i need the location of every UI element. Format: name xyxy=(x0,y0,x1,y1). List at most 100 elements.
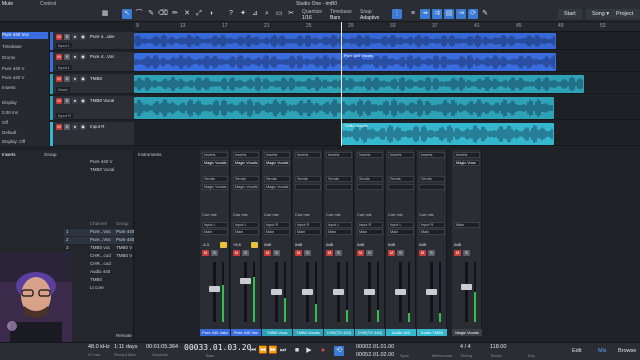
channel-row[interactable]: 2 Pure...Voc Pure 440 xyxy=(64,237,134,244)
solo-button[interactable]: S xyxy=(211,250,218,256)
sends-slot[interactable]: Sends xyxy=(388,176,414,182)
inspector-row[interactable]: 0.00 ms xyxy=(2,110,48,117)
fader-handle[interactable] xyxy=(364,289,375,295)
monitor-icon[interactable]: ◉ xyxy=(80,76,86,82)
project-button[interactable]: Project xyxy=(614,9,640,19)
sends-slot[interactable]: Sends xyxy=(202,176,228,182)
gain-value[interactable]: 0dB xyxy=(357,242,364,247)
channel-name-label[interactable]: Audio TMB0 xyxy=(417,329,447,336)
magic-icon[interactable]: ✦ xyxy=(238,9,248,19)
console-list-item[interactable]: Pure 440 V xyxy=(90,159,113,166)
forward-end-icon[interactable]: ⏭ xyxy=(278,346,288,356)
track-lane[interactable] xyxy=(134,74,640,94)
input-select[interactable]: Input L xyxy=(202,222,228,228)
gain-value[interactable]: 0dB xyxy=(388,242,395,247)
inserts-slot[interactable]: Inserts xyxy=(454,152,480,158)
track-input[interactable]: None xyxy=(56,87,70,92)
mix-view-button[interactable]: Mix xyxy=(598,348,607,354)
output-select[interactable]: Main xyxy=(326,229,352,235)
solo-button[interactable]: S xyxy=(397,250,404,256)
channel-row[interactable]: 3 TMB0 voc TMB0 V xyxy=(64,245,134,252)
position-display[interactable]: 00033.01.03.20 xyxy=(184,343,251,352)
output-select[interactable]: Main xyxy=(264,229,290,235)
track-header[interactable]: M S ● ◉ Pure 4...Voc Input L xyxy=(50,52,134,72)
gain-value[interactable]: 0dB xyxy=(264,242,271,247)
mute-button[interactable]: M xyxy=(295,250,302,256)
record-arm-icon[interactable]: ● xyxy=(72,34,78,40)
track-input[interactable]: Input L xyxy=(56,65,73,70)
mute-tab[interactable]: Mute xyxy=(2,1,13,7)
track-name[interactable]: Pure 4...Voc xyxy=(90,54,115,59)
console-remote-label[interactable]: Remote xyxy=(116,333,132,340)
inspector-row[interactable]: Pure 440 V xyxy=(2,66,48,73)
track-input[interactable]: Input R xyxy=(56,113,73,118)
mute-button[interactable]: M xyxy=(56,124,62,130)
loop-end[interactable]: 00052.01.02.00 xyxy=(356,352,394,358)
channel-name-label[interactable]: TMB0 Voca xyxy=(262,329,292,336)
song-button[interactable]: Song ▾ xyxy=(586,9,616,19)
record-arm-icon[interactable]: ● xyxy=(72,124,78,130)
cursor-follow-icon[interactable]: ⇥ xyxy=(456,9,466,19)
inserts-slot[interactable]: Inserts xyxy=(357,152,383,158)
channel-row[interactable]: 5CHR...cod xyxy=(64,261,134,268)
audio-clip[interactable] xyxy=(134,75,584,93)
sends-slot[interactable]: Sends xyxy=(357,176,383,182)
inspector-row[interactable]: Default xyxy=(2,130,48,137)
record-arm-icon[interactable]: ● xyxy=(72,98,78,104)
gain-value[interactable]: 0dB xyxy=(454,242,461,247)
solo-button[interactable]: S xyxy=(273,250,280,256)
solo-button[interactable]: S xyxy=(64,98,70,104)
play-icon[interactable]: ▶ xyxy=(304,346,314,356)
quantize-value[interactable]: 1/16 xyxy=(302,15,312,21)
insert-plugin-slot[interactable]: Magic Vocals xyxy=(264,160,290,166)
input-select[interactable]: Input R xyxy=(264,222,290,228)
channel-name-label[interactable]: TMB0 Vocals xyxy=(293,329,323,336)
snap-icon[interactable]: ▭ xyxy=(274,9,284,19)
fader-handle[interactable] xyxy=(426,289,437,295)
snap-toggle-icon[interactable]: ⋮ xyxy=(392,9,402,19)
fader-handle[interactable] xyxy=(240,278,251,285)
send-plugin-slot[interactable]: Magic Vocals xyxy=(264,184,290,190)
send-plugin-slot[interactable] xyxy=(326,184,352,190)
mute-button[interactable]: M xyxy=(454,250,461,256)
gain-value[interactable]: 0dB xyxy=(326,242,333,247)
channel-row[interactable]: 8Lt core xyxy=(64,285,134,292)
track-name[interactable]: Pure 4...uler xyxy=(90,34,115,39)
track-input[interactable]: Input L xyxy=(56,43,73,48)
rewind-icon[interactable]: ⏪ xyxy=(258,346,268,356)
solo-button[interactable]: S xyxy=(64,76,70,82)
range-tool-icon[interactable]: ⌒ xyxy=(134,9,144,19)
send-plugin-slot[interactable] xyxy=(295,184,321,190)
track-name[interactable]: TMB0 Vocal xyxy=(90,98,114,103)
scissors-icon[interactable]: ✂ xyxy=(286,9,296,19)
mute-button[interactable]: M xyxy=(56,76,62,82)
sends-slot[interactable]: Sends xyxy=(233,176,259,182)
channel-name-label[interactable]: Pure 440 Voc xyxy=(231,329,261,336)
timing-value[interactable]: 4 / 4 xyxy=(460,344,471,350)
track-lane[interactable]: TMB0 Vocals xyxy=(134,122,640,146)
track-header[interactable]: M S ● ◉ Input R xyxy=(50,122,134,146)
input-select[interactable]: Input L xyxy=(388,222,414,228)
inspector-row[interactable]: Timebase xyxy=(2,44,48,51)
monitor-icon[interactable]: ◉ xyxy=(80,34,86,40)
channel-name-label[interactable]: CHR(TD 440) xyxy=(324,329,354,336)
record-arm-icon[interactable]: ● xyxy=(72,76,78,82)
fader-handle[interactable] xyxy=(333,289,344,295)
automation-icon[interactable] xyxy=(220,242,227,248)
output-select[interactable]: Main xyxy=(419,229,445,235)
channel-name-label[interactable]: Audio 440 xyxy=(386,329,416,336)
pin-icon[interactable]: ⊿ xyxy=(250,9,260,19)
inserts-slot[interactable]: Inserts xyxy=(326,152,352,158)
inserts-slot[interactable]: Inserts xyxy=(202,152,228,158)
inspector-icon[interactable]: ▤ xyxy=(444,9,454,19)
mute-button[interactable]: M xyxy=(233,250,240,256)
track-lane[interactable]: Pure 440 Vocals xyxy=(134,52,640,72)
gain-value[interactable]: 0dB xyxy=(419,242,426,247)
track-header[interactable]: M S ● ◉ TMB0 None xyxy=(50,74,134,94)
mute-button[interactable]: M xyxy=(357,250,364,256)
inspector-row[interactable]: Display xyxy=(2,100,48,107)
input-select[interactable]: Input L xyxy=(326,222,352,228)
monitor-icon[interactable]: ◉ xyxy=(80,54,86,60)
inspector-row[interactable]: Drums xyxy=(2,55,48,62)
monitor-icon[interactable]: ◉ xyxy=(80,98,86,104)
